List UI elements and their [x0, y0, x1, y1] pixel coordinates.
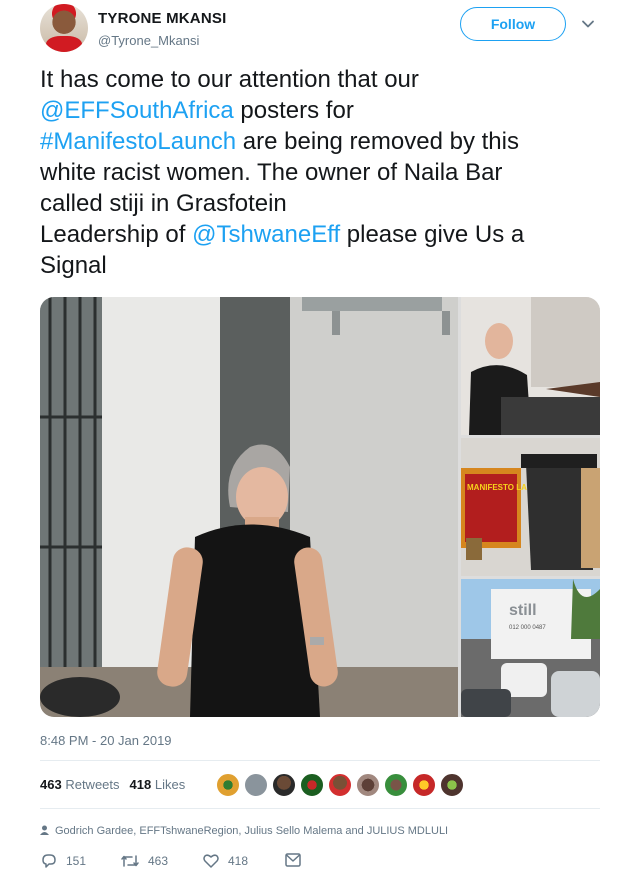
author-name[interactable]: TYRONE MKANSI — [98, 10, 226, 27]
tweet-text-segment: please give Us a — [340, 221, 525, 248]
tweet-text-line: Leadership of @TshwaneEff please give Us… — [40, 219, 610, 250]
like-action[interactable]: 418 — [202, 852, 248, 870]
tweet-header: TYRONE MKANSI @Tyrone_Mkansi Follow — [40, 4, 610, 52]
retweet-count: 463 — [148, 854, 169, 868]
author-handle[interactable]: @Tyrone_Mkansi — [98, 33, 199, 48]
tweet-text-line: called stiji in Grasfotein — [40, 188, 610, 219]
retweet-icon — [121, 855, 139, 867]
tweet-actions: 151 463 418 — [40, 852, 600, 872]
tweet-text: It has come to our attention that our @EF… — [40, 64, 610, 281]
liker-avatar[interactable] — [356, 773, 380, 797]
photo-thumbnail-2[interactable]: MANIFESTO LAUNCH RALLY — [461, 438, 600, 576]
engagement-stats: 463 Retweets 418 Likes — [40, 777, 185, 792]
like-count: 418 — [228, 854, 249, 868]
tweet-text-segment: white racist women. The owner of Naila B… — [40, 159, 503, 186]
main-photo[interactable] — [40, 297, 458, 717]
media-grid[interactable]: MANIFESTO LAUNCH RALLY still 012 000 048… — [40, 297, 600, 717]
liker-avatar[interactable] — [412, 773, 436, 797]
liker-avatar[interactable] — [216, 773, 240, 797]
liker-avatar[interactable] — [300, 773, 324, 797]
tweet-text-segment: It has come to our attention that our — [40, 66, 419, 93]
photo-thumbnail-1[interactable] — [461, 297, 600, 435]
liked-by-line: Godrich Gardee, EFFTshwaneRegion, Julius… — [40, 825, 448, 837]
tweet-text-segment: called stiji in Grasfotein — [40, 190, 287, 217]
person-icon — [40, 825, 49, 835]
divider — [40, 808, 600, 809]
author-avatar[interactable] — [40, 4, 88, 52]
tweet-timestamp[interactable]: 8:48 PM - 20 Jan 2019 — [40, 733, 172, 748]
follow-button[interactable]: Follow — [460, 7, 566, 41]
divider — [40, 760, 600, 761]
likes-stat[interactable]: 418 Likes — [130, 777, 186, 792]
tweet-text-line: It has come to our attention that our — [40, 64, 610, 95]
envelope-icon — [285, 853, 301, 867]
hashtag-link[interactable]: #ManifestoLaunch — [40, 128, 236, 155]
tweet-text-line: white racist women. The owner of Naila B… — [40, 157, 610, 188]
mention-link[interactable]: @EFFSouthAfrica — [40, 97, 234, 124]
reply-action[interactable]: 151 — [40, 852, 86, 870]
photo-thumbnail-3[interactable]: still 012 000 0487 — [461, 579, 600, 717]
liker-avatar[interactable] — [244, 773, 268, 797]
liked-by-names[interactable]: Godrich Gardee, EFFTshwaneRegion, Julius… — [55, 825, 448, 837]
heart-icon — [203, 854, 219, 868]
tweet-text-segment: Signal — [40, 252, 107, 279]
reply-icon — [42, 854, 56, 868]
retweets-stat[interactable]: 463 Retweets — [40, 777, 120, 792]
reply-count: 151 — [66, 854, 87, 868]
tweet-text-line: #ManifestoLaunch are being removed by th… — [40, 126, 610, 157]
store-phone: 012 000 0487 — [509, 625, 546, 631]
liker-avatar[interactable] — [440, 773, 464, 797]
tweet-text-line: Signal — [40, 250, 610, 281]
tweet-text-line: @EFFSouthAfrica posters for — [40, 95, 610, 126]
mention-link[interactable]: @TshwaneEff — [192, 221, 340, 248]
tweet-text-segment: posters for — [233, 97, 354, 124]
liker-avatar[interactable] — [272, 773, 296, 797]
retweet-action[interactable]: 463 — [120, 852, 168, 870]
tweet-text-segment: are being removed by this — [236, 128, 519, 155]
store-sign: still — [509, 602, 537, 619]
tweet-text-segment: Leadership of — [40, 221, 193, 248]
liker-avatar[interactable] — [384, 773, 408, 797]
chevron-down-icon[interactable] — [580, 16, 596, 32]
message-action[interactable] — [284, 852, 302, 868]
liker-avatar[interactable] — [328, 773, 352, 797]
